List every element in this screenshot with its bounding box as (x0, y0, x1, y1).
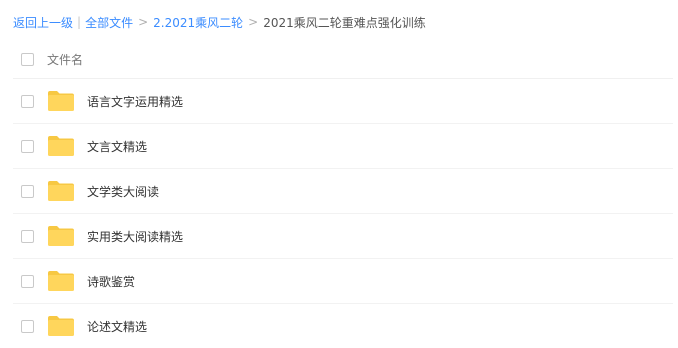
row-checkbox[interactable] (21, 274, 34, 288)
file-row[interactable]: 实用类大阅读精选 (13, 214, 673, 259)
row-checkbox[interactable] (21, 184, 34, 198)
file-row[interactable]: 文言文精选 (13, 124, 673, 169)
file-row[interactable]: 语言文字运用精选 (13, 79, 673, 124)
folder-icon (48, 181, 74, 201)
row-checkbox[interactable] (21, 319, 34, 333)
breadcrumb-divider: | (77, 15, 82, 29)
back-link[interactable]: 返回上一级 (13, 14, 73, 31)
file-list: 文件名 语言文字运用精选 文言文精选 文学类大阅读 实用类大阅读精选 诗歌鉴赏 … (13, 40, 673, 348)
folder-icon (48, 271, 74, 291)
file-list-header: 文件名 (13, 40, 673, 79)
folder-name[interactable]: 文言文精选 (87, 138, 147, 155)
chevron-right-icon: > (248, 15, 259, 29)
row-checkbox[interactable] (21, 139, 34, 153)
folder-icon (48, 226, 74, 246)
column-header-filename[interactable]: 文件名 (47, 51, 83, 68)
chevron-right-icon: > (138, 15, 149, 29)
folder-name[interactable]: 语言文字运用精选 (87, 93, 183, 110)
folder-name[interactable]: 诗歌鉴赏 (87, 273, 135, 290)
row-checkbox[interactable] (21, 229, 34, 243)
file-row[interactable]: 诗歌鉴赏 (13, 259, 673, 304)
folder-name[interactable]: 论述文精选 (87, 318, 147, 335)
breadcrumb: 返回上一级 | 全部文件 > 2.2021乘风二轮 > 2021乘风二轮重难点强… (13, 13, 426, 31)
select-all-checkbox[interactable] (21, 52, 34, 66)
file-row[interactable]: 论述文精选 (13, 304, 673, 348)
row-checkbox[interactable] (21, 94, 34, 108)
folder-icon (48, 91, 74, 111)
folder-name[interactable]: 文学类大阅读 (87, 183, 159, 200)
folder-icon (48, 316, 74, 336)
all-files-link[interactable]: 全部文件 (85, 14, 133, 31)
file-row[interactable]: 文学类大阅读 (13, 169, 673, 214)
folder-name[interactable]: 实用类大阅读精选 (87, 228, 183, 245)
current-folder-label: 2021乘风二轮重难点强化训练 (263, 15, 426, 30)
parent-folder-link[interactable]: 2.2021乘风二轮 (153, 14, 243, 31)
folder-icon (48, 136, 74, 156)
